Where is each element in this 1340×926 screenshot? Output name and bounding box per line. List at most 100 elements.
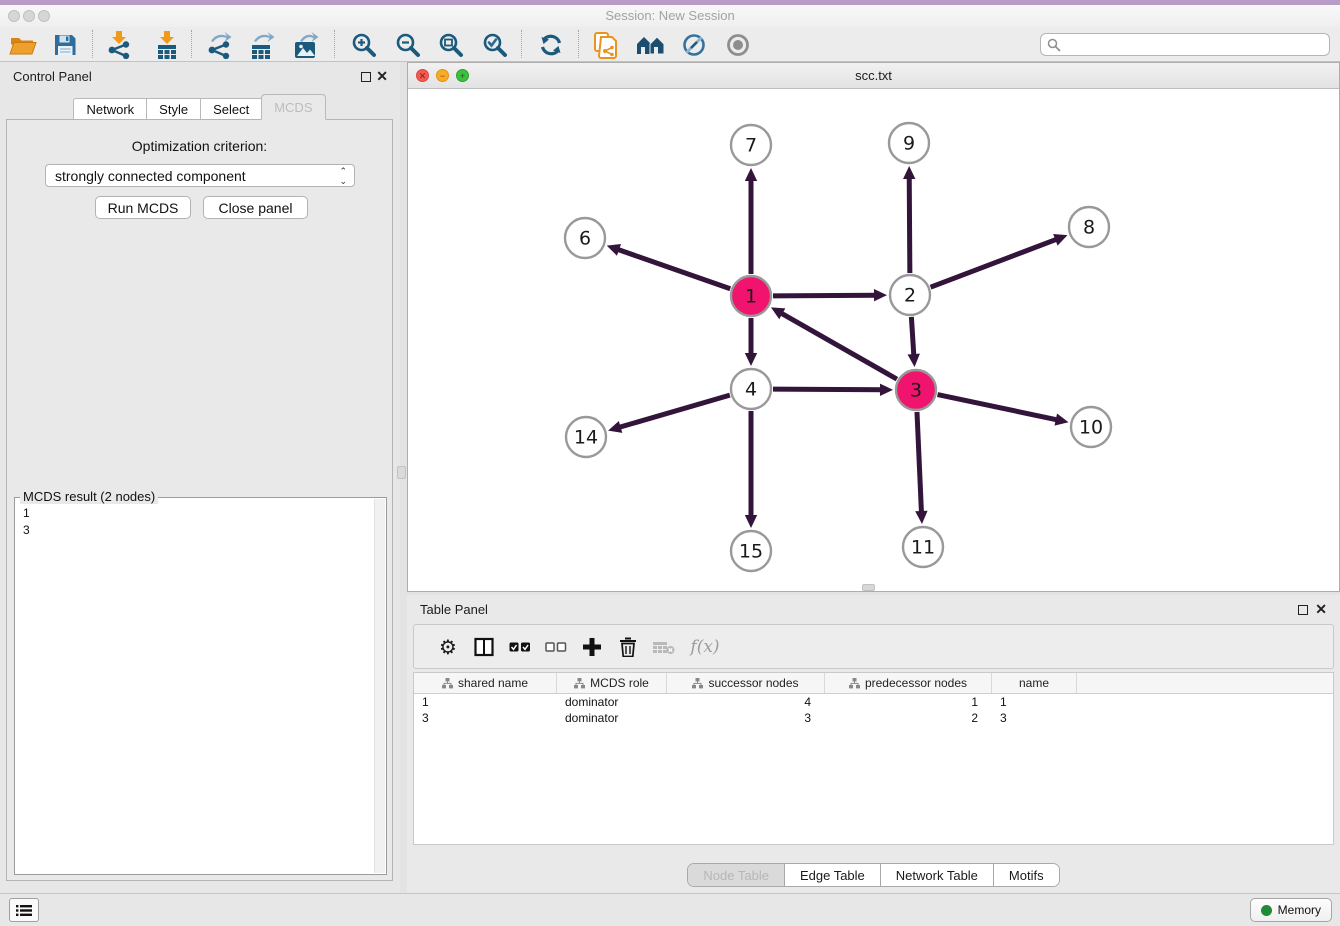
column-header-mcds-role[interactable]: MCDS role (557, 673, 667, 693)
table-tabs: Node Table Edge Table Network Table Moti… (407, 863, 1340, 887)
function-builder-button[interactable]: f(x) (682, 631, 728, 663)
graph-edge-3-1[interactable] (780, 312, 897, 379)
graph-node-label: 2 (904, 285, 916, 307)
import-table-button[interactable] (148, 29, 186, 60)
mcds-result-box: MCDS result (2 nodes) 1 3 (14, 497, 387, 875)
column-browser-button[interactable] (466, 631, 502, 663)
graph-edge-2-9[interactable] (909, 176, 910, 273)
tab-network-table[interactable]: Network Table (880, 864, 993, 886)
select-all-button[interactable] (502, 631, 538, 663)
control-panel-tabs: Network Style Select MCDS (0, 96, 400, 120)
close-table-panel-icon[interactable]: ✕ (1315, 599, 1327, 619)
table-settings-button[interactable]: ⚙ (430, 631, 466, 663)
export-network-icon (206, 31, 234, 59)
toolbar-separator (521, 30, 522, 58)
app-titlebar: Session: New Session (0, 5, 1340, 27)
tab-select[interactable]: Select (200, 98, 262, 120)
cell-predecessor-nodes[interactable]: 1 (825, 694, 992, 710)
graph-edge-1-6[interactable] (616, 249, 730, 289)
float-table-panel-icon[interactable] (1298, 605, 1308, 615)
tab-edge-table[interactable]: Edge Table (784, 864, 880, 886)
toolbar-separator (334, 30, 335, 58)
control-panel-header: Control Panel ✕ (0, 62, 400, 92)
cell-successor-nodes[interactable]: 3 (667, 710, 825, 726)
zoom-selected-button[interactable] (476, 29, 514, 60)
column-header-shared-name[interactable]: shared name (414, 673, 557, 693)
tab-mcds[interactable]: MCDS (261, 94, 325, 120)
table-panel-title: Table Panel (420, 595, 488, 625)
horizontal-splitter-handle[interactable] (862, 584, 875, 591)
columns-icon (474, 637, 494, 657)
export-table-icon (249, 31, 277, 59)
graph-edge-2-8[interactable] (931, 239, 1059, 287)
deselect-all-button[interactable] (538, 631, 574, 663)
table-panel-header: Table Panel ✕ (407, 595, 1340, 625)
tab-network[interactable]: Network (73, 98, 147, 120)
show-graphics-details-button[interactable] (719, 29, 757, 60)
tab-style[interactable]: Style (146, 98, 201, 120)
refresh-layout-button[interactable] (532, 29, 570, 60)
network-canvas[interactable]: 7968124314101511 (408, 89, 1339, 591)
cell-shared-name[interactable]: 3 (414, 710, 557, 726)
close-panel-icon[interactable]: ✕ (376, 66, 388, 86)
memory-button[interactable]: Memory (1250, 898, 1332, 922)
cell-shared-name[interactable]: 1 (414, 694, 557, 710)
vertical-splitter-handle[interactable] (397, 466, 406, 479)
graph-edge-3-10[interactable] (938, 395, 1059, 421)
graph-node-label: 9 (903, 133, 915, 155)
cell-mcds-role[interactable]: dominator (557, 710, 667, 726)
export-table-button[interactable] (244, 29, 282, 60)
refresh-icon (538, 32, 564, 58)
add-column-button[interactable] (574, 631, 610, 663)
memory-status-icon (1261, 905, 1272, 916)
hide-graphics-details-button[interactable] (675, 29, 713, 60)
save-session-button[interactable] (46, 29, 84, 60)
delete-column-button[interactable] (610, 631, 646, 663)
column-label: MCDS role (590, 676, 649, 690)
graph-edge-1-2[interactable] (773, 295, 877, 296)
cell-name[interactable]: 3 (992, 710, 1077, 726)
toolbar-separator (92, 30, 93, 58)
criterion-dropdown[interactable]: strongly connected component ⌃⌄ (45, 164, 355, 187)
search-input[interactable] (1061, 34, 1329, 55)
tab-node-table[interactable]: Node Table (688, 864, 784, 886)
run-mcds-button[interactable]: Run MCDS (95, 196, 191, 219)
graph-edge-2-3[interactable] (911, 317, 914, 357)
column-header-successor-nodes[interactable]: successor nodes (667, 673, 825, 693)
import-network-button[interactable] (100, 29, 138, 60)
gear-icon: ⚙ (439, 635, 457, 659)
graph-node-label: 8 (1083, 217, 1095, 239)
column-header-predecessor-nodes[interactable]: predecessor nodes (825, 673, 992, 693)
tab-motifs[interactable]: Motifs (993, 864, 1059, 886)
table-row[interactable]: 3 dominator 3 2 3 (414, 710, 1333, 726)
export-image-button[interactable] (288, 29, 326, 60)
clone-network-button[interactable] (587, 29, 625, 60)
search-box[interactable] (1040, 33, 1330, 56)
table-row[interactable]: 1 dominator 4 1 1 (414, 694, 1333, 710)
float-panel-icon[interactable] (361, 72, 371, 82)
cell-mcds-role[interactable]: dominator (557, 694, 667, 710)
zoom-in-button[interactable] (345, 29, 383, 60)
network-graph-svg[interactable]: 7968124314101511 (408, 89, 1339, 591)
graph-edge-arrowhead (607, 244, 621, 256)
column-header-name[interactable]: name (992, 673, 1077, 693)
zoom-fit-button[interactable] (432, 29, 470, 60)
close-panel-button[interactable]: Close panel (203, 196, 308, 219)
network-window-titlebar[interactable]: ✕ − + scc.txt (408, 63, 1339, 89)
task-history-button[interactable] (9, 898, 39, 922)
zoom-fit-icon (438, 32, 464, 58)
graph-edge-4-14[interactable] (618, 395, 730, 428)
result-scrollbar[interactable] (374, 499, 385, 873)
export-network-button[interactable] (201, 29, 239, 60)
cell-successor-nodes[interactable]: 4 (667, 694, 825, 710)
cell-name[interactable]: 1 (992, 694, 1077, 710)
open-file-button[interactable] (4, 29, 42, 60)
graph-node-label: 10 (1079, 417, 1103, 439)
graph-edge-arrowhead (745, 168, 757, 181)
cell-predecessor-nodes[interactable]: 2 (825, 710, 992, 726)
zoom-out-button[interactable] (389, 29, 427, 60)
first-neighbors-button[interactable] (632, 29, 670, 60)
graph-edge-4-3[interactable] (773, 389, 883, 390)
attribute-tree-icon (574, 678, 585, 689)
graph-edge-3-11[interactable] (917, 412, 922, 514)
